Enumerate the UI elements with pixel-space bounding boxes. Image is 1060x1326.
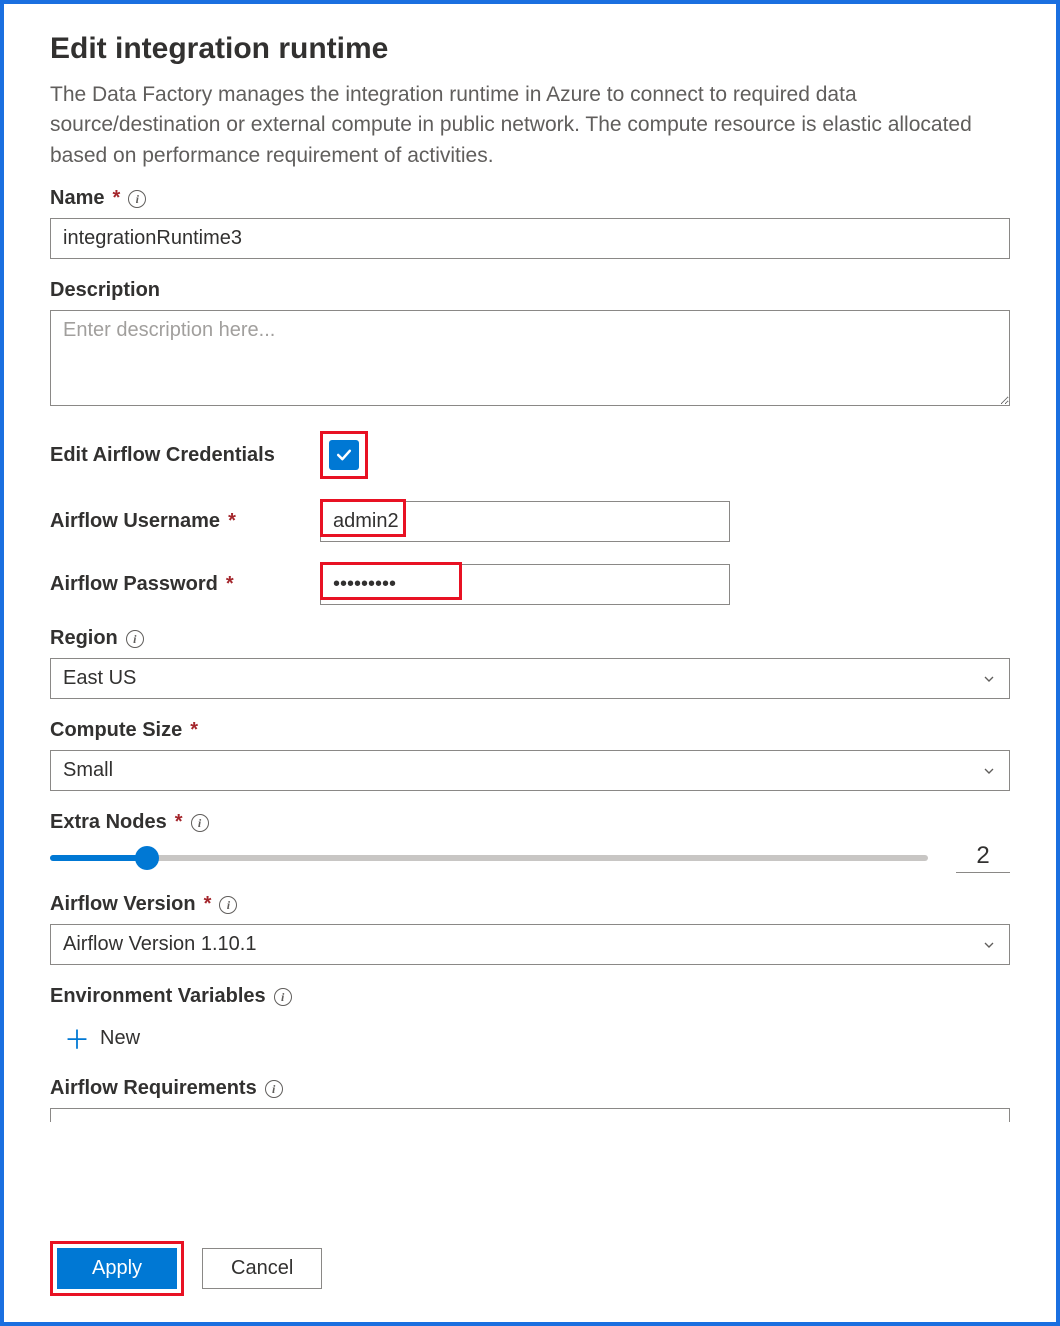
name-input	[50, 218, 1010, 259]
new-env-var-button[interactable]: ＋ New	[50, 1016, 1010, 1057]
page-subtitle: The Data Factory manages the integration…	[50, 80, 1010, 171]
chevron-down-icon	[981, 671, 997, 687]
highlight-box: Apply	[50, 1241, 184, 1296]
airflow-requirements-label: Airflow Requirements	[50, 1077, 257, 1100]
info-icon[interactable]: i	[126, 630, 144, 648]
airflow-version-select[interactable]: Airflow Version 1.10.1	[50, 924, 1010, 965]
description-label: Description	[50, 279, 160, 302]
info-icon[interactable]: i	[274, 988, 292, 1006]
plus-icon: ＋	[64, 1020, 90, 1057]
checkmark-icon	[334, 445, 354, 465]
name-label: Name	[50, 187, 104, 210]
info-icon[interactable]: i	[191, 814, 209, 832]
info-icon[interactable]: i	[128, 190, 146, 208]
page-title: Edit integration runtime	[50, 32, 1010, 66]
chevron-down-icon	[981, 937, 997, 953]
airflow-version-value: Airflow Version 1.10.1	[63, 933, 256, 956]
airflow-username-input[interactable]	[320, 501, 730, 542]
airflow-requirements-box[interactable]	[50, 1108, 1010, 1122]
required-indicator: *	[175, 811, 183, 834]
info-icon[interactable]: i	[265, 1080, 283, 1098]
region-label: Region	[50, 627, 118, 650]
airflow-version-label: Airflow Version	[50, 893, 196, 916]
compute-size-select[interactable]: Small	[50, 750, 1010, 791]
region-select[interactable]: East US	[50, 658, 1010, 699]
edit-airflow-credentials-label: Edit Airflow Credentials	[50, 444, 275, 467]
extra-nodes-label: Extra Nodes	[50, 811, 167, 834]
slider-fill	[50, 855, 147, 861]
region-value: East US	[63, 667, 136, 690]
footer-actions: Apply Cancel	[50, 1241, 322, 1296]
edit-integration-runtime-panel: Edit integration runtime The Data Factor…	[0, 0, 1060, 1326]
cancel-button[interactable]: Cancel	[202, 1248, 322, 1289]
chevron-down-icon	[981, 763, 997, 779]
edit-airflow-credentials-checkbox[interactable]	[329, 440, 359, 470]
required-indicator: *	[112, 187, 120, 210]
required-indicator: *	[204, 893, 212, 916]
info-icon[interactable]: i	[219, 896, 237, 914]
extra-nodes-value[interactable]: 2	[956, 842, 1010, 873]
compute-size-value: Small	[63, 759, 113, 782]
required-indicator: *	[226, 573, 234, 596]
required-indicator: *	[190, 719, 198, 742]
required-indicator: *	[228, 510, 236, 533]
apply-button[interactable]: Apply	[57, 1248, 177, 1289]
airflow-password-input[interactable]	[320, 564, 730, 605]
environment-variables-label: Environment Variables	[50, 985, 266, 1008]
new-env-var-label: New	[100, 1027, 140, 1050]
airflow-password-label: Airflow Password	[50, 573, 218, 596]
airflow-username-label: Airflow Username	[50, 510, 220, 533]
extra-nodes-slider[interactable]	[50, 855, 928, 861]
description-textarea[interactable]	[50, 310, 1010, 406]
highlight-box	[320, 431, 368, 479]
compute-size-label: Compute Size	[50, 719, 182, 742]
slider-thumb[interactable]	[135, 846, 159, 870]
